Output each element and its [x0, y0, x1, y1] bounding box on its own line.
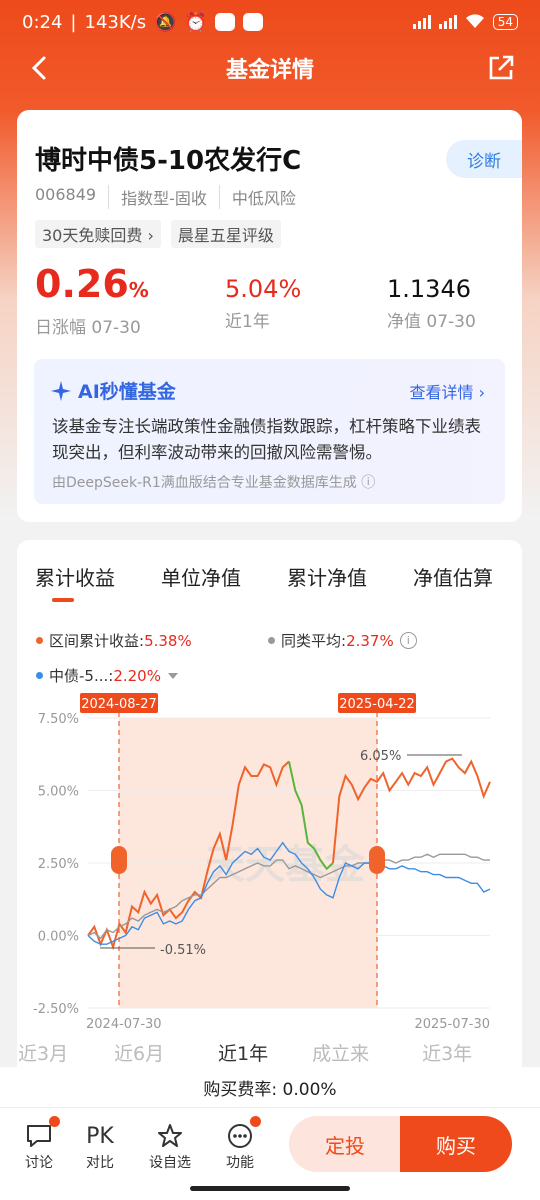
period-3m[interactable]: 近3月 — [18, 1039, 114, 1066]
home-indicator — [190, 1186, 350, 1191]
period-since-inception[interactable]: 成立来 — [312, 1039, 422, 1066]
range-drag-handle — [369, 846, 385, 874]
range-drag-handle — [111, 846, 127, 874]
watchlist-label: 设自选 — [149, 1155, 191, 1171]
buy-button[interactable]: 购买 — [400, 1116, 512, 1172]
discuss-badge — [49, 1116, 60, 1127]
max-annotation-label: 6.05% — [360, 749, 401, 764]
auto-invest-button[interactable]: 定投 — [289, 1116, 401, 1172]
min-annotation-label: -0.51% — [160, 943, 206, 958]
function-badge — [250, 1116, 261, 1127]
period-selector: 近3月 近6月 近1年 成立来 近3年 — [0, 1034, 540, 1070]
period-3y[interactable]: 近3年 — [422, 1039, 472, 1066]
compare-button[interactable]: PK 对比 — [75, 1120, 125, 1172]
function-label: 功能 — [226, 1155, 254, 1171]
y-tick-label: 5.00% — [38, 785, 79, 800]
range-start-label: 2024-08-27 — [81, 697, 157, 712]
x-tick-label-end: 2025-07-30 — [414, 1017, 490, 1032]
period-6m[interactable]: 近6月 — [114, 1039, 194, 1066]
function-button[interactable]: 功能 — [215, 1116, 265, 1172]
range-end-label: 2025-04-22 — [339, 697, 415, 712]
x-tick-label-start: 2024-07-30 — [86, 1017, 162, 1032]
discuss-button[interactable]: 讨论 — [14, 1116, 64, 1172]
discuss-label: 讨论 — [25, 1155, 53, 1171]
y-tick-label: 7.50% — [38, 712, 79, 727]
more-icon — [228, 1124, 252, 1148]
period-1y[interactable]: 近1年 — [194, 1034, 293, 1070]
purchase-fee: 购买费率: 0.00% — [0, 1067, 540, 1107]
y-tick-label: 0.00% — [38, 930, 79, 945]
y-tick-label: -2.50% — [33, 1002, 79, 1017]
chat-icon — [27, 1125, 51, 1147]
pk-icon: PK — [86, 1123, 114, 1149]
star-icon — [158, 1124, 182, 1147]
performance-chart[interactable]: 7.50% 5.00% 2.50% 0.00% -2.50% 2024-07-30 2025… — [0, 0, 540, 1040]
watchlist-button[interactable]: 设自选 — [145, 1120, 195, 1172]
y-tick-label: 2.50% — [38, 857, 79, 872]
compare-label: 对比 — [86, 1155, 114, 1171]
